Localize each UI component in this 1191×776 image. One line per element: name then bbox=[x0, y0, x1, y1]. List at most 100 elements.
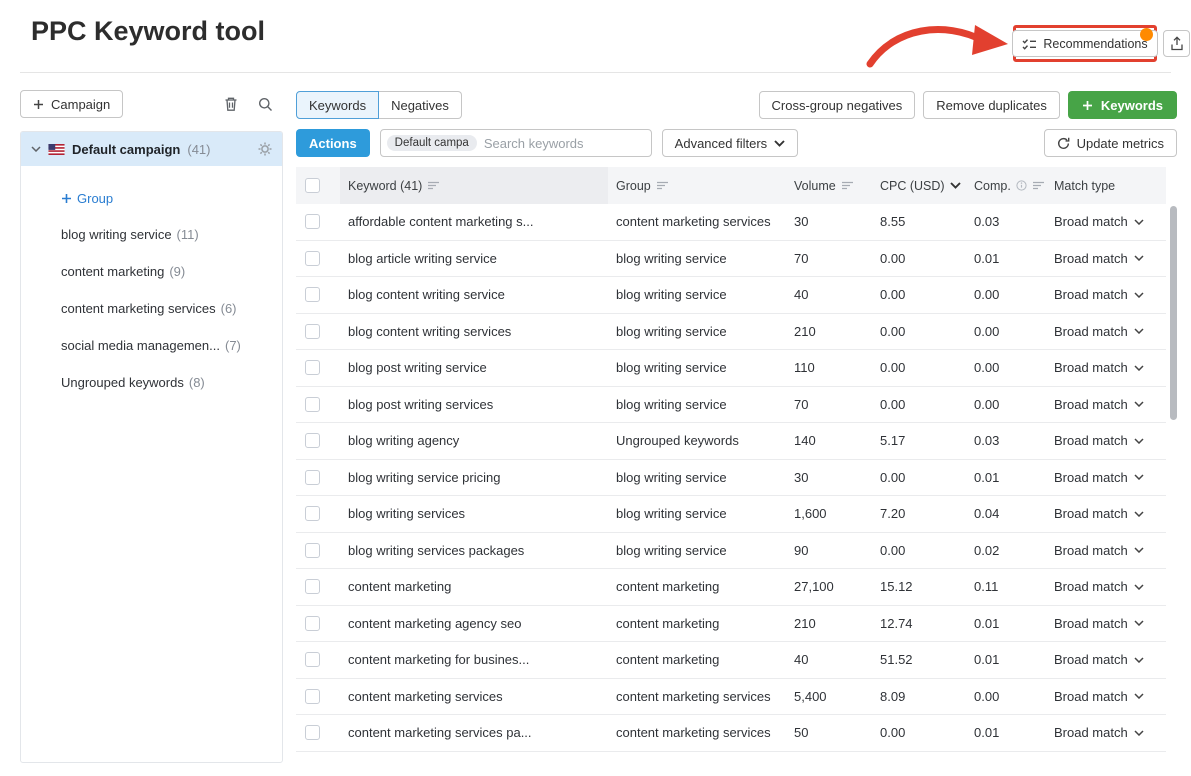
sidebar-group-item[interactable]: blog writing service (11) bbox=[61, 216, 282, 253]
row-checkbox[interactable] bbox=[305, 470, 320, 485]
sidebar-group-item[interactable]: content marketing (9) bbox=[61, 253, 282, 290]
group-cell[interactable]: content marketing bbox=[608, 579, 786, 594]
row-checkbox[interactable] bbox=[305, 251, 320, 266]
keyword-cell[interactable]: blog post writing service bbox=[340, 360, 608, 375]
row-checkbox[interactable] bbox=[305, 725, 320, 740]
match-type-dropdown[interactable]: Broad match bbox=[1046, 543, 1166, 558]
add-campaign-button[interactable]: Campaign bbox=[20, 90, 123, 118]
group-cell[interactable]: blog writing service bbox=[608, 506, 786, 521]
group-value[interactable]: blog writing service bbox=[616, 324, 727, 339]
match-type-dropdown[interactable]: Broad match bbox=[1046, 506, 1166, 521]
row-checkbox[interactable] bbox=[305, 506, 320, 521]
match-type-dropdown[interactable]: Broad match bbox=[1046, 360, 1166, 375]
keyword-cell[interactable]: blog writing agency bbox=[340, 433, 608, 448]
search-icon[interactable] bbox=[258, 97, 273, 112]
group-cell[interactable]: Ungrouped keywords bbox=[608, 433, 786, 448]
group-cell[interactable]: content marketing services bbox=[608, 725, 786, 740]
column-header-comp[interactable]: Comp. bbox=[966, 167, 1046, 204]
keyword-cell[interactable]: affordable content marketing s... bbox=[340, 214, 608, 229]
keyword-cell[interactable]: content marketing agency seo bbox=[340, 616, 608, 631]
group-value[interactable]: content marketing bbox=[616, 652, 719, 667]
row-checkbox[interactable] bbox=[305, 360, 320, 375]
add-group-link[interactable]: Group bbox=[61, 186, 282, 210]
group-cell[interactable]: blog writing service bbox=[608, 360, 786, 375]
match-type-dropdown[interactable]: Broad match bbox=[1046, 652, 1166, 667]
keyword-cell[interactable]: content marketing services pa... bbox=[340, 725, 608, 740]
group-cell[interactable]: content marketing bbox=[608, 616, 786, 631]
column-header-keyword[interactable]: Keyword (41) bbox=[340, 167, 608, 204]
keyword-cell[interactable]: content marketing for busines... bbox=[340, 652, 608, 667]
gear-icon[interactable] bbox=[258, 142, 272, 156]
match-type-dropdown[interactable]: Broad match bbox=[1046, 616, 1166, 631]
update-metrics-button[interactable]: Update metrics bbox=[1044, 129, 1177, 157]
group-value[interactable]: blog writing service bbox=[616, 251, 727, 266]
tab-negatives[interactable]: Negatives bbox=[379, 91, 462, 119]
recommendations-button[interactable]: Recommendations bbox=[1012, 30, 1157, 57]
match-type-dropdown[interactable]: Broad match bbox=[1046, 470, 1166, 485]
match-type-dropdown[interactable]: Broad match bbox=[1046, 251, 1166, 266]
remove-duplicates-button[interactable]: Remove duplicates bbox=[923, 91, 1060, 119]
keyword-cell[interactable]: blog writing service pricing bbox=[340, 470, 608, 485]
sidebar-group-item[interactable]: Ungrouped keywords (8) bbox=[61, 364, 282, 401]
row-checkbox[interactable] bbox=[305, 397, 320, 412]
group-cell[interactable]: content marketing bbox=[608, 652, 786, 667]
group-value[interactable]: Ungrouped keywords bbox=[616, 433, 739, 448]
row-checkbox[interactable] bbox=[305, 433, 320, 448]
search-input[interactable] bbox=[484, 136, 646, 151]
row-checkbox[interactable] bbox=[305, 543, 320, 558]
delete-icon[interactable] bbox=[223, 96, 239, 112]
column-header-cpc[interactable]: CPC (USD) bbox=[872, 167, 966, 204]
keyword-cell[interactable]: blog article writing service bbox=[340, 251, 608, 266]
row-checkbox[interactable] bbox=[305, 652, 320, 667]
group-value[interactable]: content marketing services bbox=[616, 689, 771, 704]
table-scrollbar[interactable] bbox=[1170, 206, 1177, 420]
sidebar-group-item[interactable]: content marketing services (6) bbox=[61, 290, 282, 327]
match-type-dropdown[interactable]: Broad match bbox=[1046, 579, 1166, 594]
group-cell[interactable]: blog writing service bbox=[608, 324, 786, 339]
sidebar-group-item[interactable]: social media managemen... (7) bbox=[61, 327, 282, 364]
column-header-group[interactable]: Group bbox=[608, 167, 786, 204]
group-value[interactable]: blog writing service bbox=[616, 360, 727, 375]
row-checkbox[interactable] bbox=[305, 287, 320, 302]
match-type-dropdown[interactable]: Broad match bbox=[1046, 214, 1166, 229]
row-checkbox[interactable] bbox=[305, 214, 320, 229]
match-type-dropdown[interactable]: Broad match bbox=[1046, 287, 1166, 302]
row-checkbox[interactable] bbox=[305, 616, 320, 631]
group-cell[interactable]: blog writing service bbox=[608, 397, 786, 412]
add-keywords-button[interactable]: Keywords bbox=[1068, 91, 1177, 119]
cross-group-negatives-button[interactable]: Cross-group negatives bbox=[759, 91, 916, 119]
group-cell[interactable]: blog writing service bbox=[608, 470, 786, 485]
row-checkbox[interactable] bbox=[305, 579, 320, 594]
keyword-cell[interactable]: blog post writing services bbox=[340, 397, 608, 412]
group-cell[interactable]: blog writing service bbox=[608, 287, 786, 302]
group-cell[interactable]: blog writing service bbox=[608, 543, 786, 558]
row-checkbox[interactable] bbox=[305, 689, 320, 704]
match-type-dropdown[interactable]: Broad match bbox=[1046, 689, 1166, 704]
chevron-down-icon[interactable] bbox=[31, 146, 41, 152]
keyword-cell[interactable]: blog content writing service bbox=[340, 287, 608, 302]
row-checkbox[interactable] bbox=[305, 324, 320, 339]
keyword-cell[interactable]: blog writing services packages bbox=[340, 543, 608, 558]
tab-keywords[interactable]: Keywords bbox=[296, 91, 379, 119]
select-all-checkbox[interactable] bbox=[305, 178, 320, 193]
advanced-filters-button[interactable]: Advanced filters bbox=[662, 129, 799, 157]
match-type-dropdown[interactable]: Broad match bbox=[1046, 324, 1166, 339]
keyword-cell[interactable]: content marketing bbox=[340, 579, 608, 594]
group-value[interactable]: blog writing service bbox=[616, 506, 727, 521]
match-type-dropdown[interactable]: Broad match bbox=[1046, 433, 1166, 448]
group-cell[interactable]: content marketing services bbox=[608, 214, 786, 229]
keyword-cell[interactable]: content marketing services bbox=[340, 689, 608, 704]
group-value[interactable]: blog writing service bbox=[616, 470, 727, 485]
group-value[interactable]: content marketing services bbox=[616, 725, 771, 740]
group-value[interactable]: blog writing service bbox=[616, 287, 727, 302]
actions-button[interactable]: Actions bbox=[296, 129, 370, 157]
group-value[interactable]: content marketing services bbox=[616, 214, 771, 229]
keyword-cell[interactable]: blog writing services bbox=[340, 506, 608, 521]
keyword-search-box[interactable]: Default campa bbox=[380, 129, 652, 157]
keyword-cell[interactable]: blog content writing services bbox=[340, 324, 608, 339]
match-type-dropdown[interactable]: Broad match bbox=[1046, 397, 1166, 412]
group-cell[interactable]: content marketing services bbox=[608, 689, 786, 704]
group-value[interactable]: blog writing service bbox=[616, 397, 727, 412]
group-value[interactable]: content marketing bbox=[616, 616, 719, 631]
match-type-dropdown[interactable]: Broad match bbox=[1046, 725, 1166, 740]
